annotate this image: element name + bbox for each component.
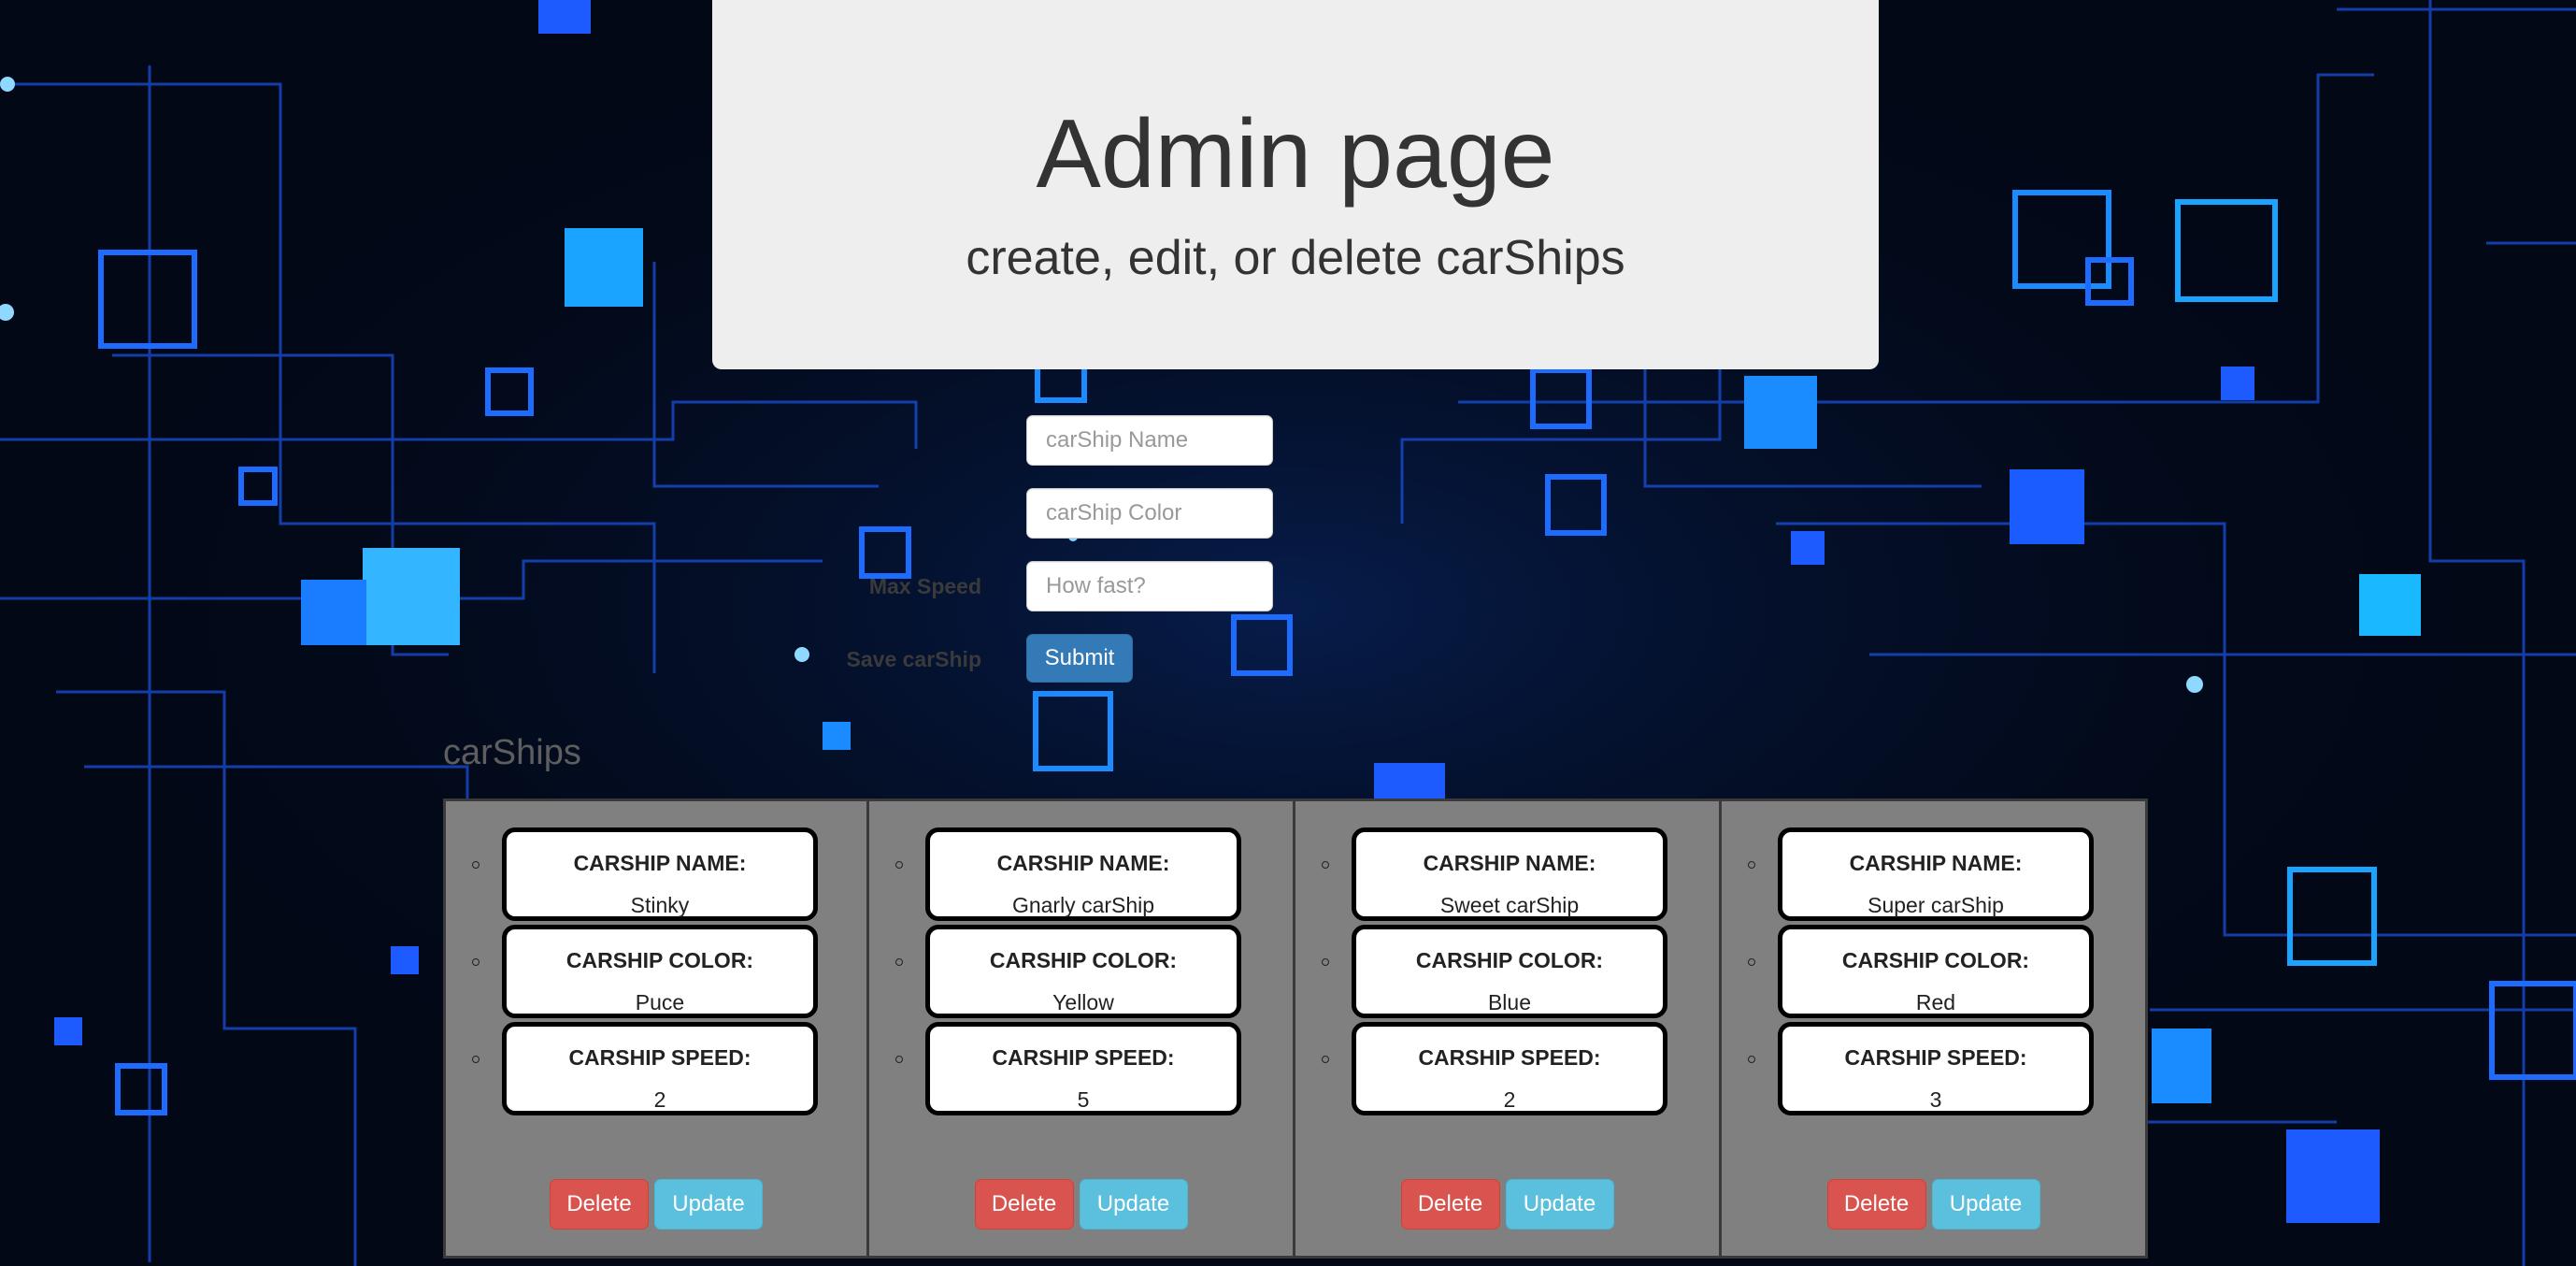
color-box: CARSHIP COLOR: Red	[1778, 925, 2094, 1018]
speed-box: CARSHIP SPEED: 2	[1352, 1022, 1667, 1115]
speed-label: CARSHIP SPEED:	[1844, 1045, 2027, 1070]
card-actions: Delete Update	[1295, 1179, 1719, 1230]
color-box: CARSHIP COLOR: Yellow	[925, 925, 1241, 1018]
color-box: CARSHIP COLOR: Puce	[502, 925, 818, 1018]
color-label: CARSHIP COLOR:	[1415, 948, 1604, 972]
bullet-icon	[1322, 1056, 1329, 1063]
bullet-icon	[1322, 861, 1329, 869]
speed-label: CARSHIP SPEED:	[568, 1045, 751, 1070]
name-label: CARSHIP NAME:	[1423, 851, 1596, 875]
bullet-icon	[895, 1056, 903, 1063]
name-value: Gnarly carShip	[1011, 893, 1155, 917]
carship-color-input[interactable]	[1026, 488, 1273, 539]
speed-label: CARSHIP SPEED:	[1418, 1045, 1601, 1070]
delete-button[interactable]: Delete	[1826, 1179, 1926, 1230]
bullet-icon	[1748, 1056, 1755, 1063]
speed-value: 2	[1503, 1087, 1516, 1112]
carship-card: CARSHIP NAME: Sweet carShip CARSHIP COLO…	[1295, 798, 1722, 1259]
max-speed-label: Max Speed	[868, 574, 981, 598]
name-value: Super carShip	[1868, 893, 2004, 917]
update-button[interactable]: Update	[654, 1179, 763, 1230]
speed-box: CARSHIP SPEED: 5	[925, 1022, 1241, 1115]
carship-name-input[interactable]	[1026, 415, 1273, 466]
name-value: Stinky	[630, 893, 690, 917]
update-button[interactable]: Update	[1931, 1179, 2040, 1230]
name-box: CARSHIP NAME: Sweet carShip	[1352, 827, 1667, 921]
carship-card: CARSHIP NAME: Gnarly carShip CARSHIP COL…	[869, 798, 1295, 1259]
update-button[interactable]: Update	[1505, 1179, 1614, 1230]
color-value: Yellow	[1052, 990, 1114, 1014]
delete-button[interactable]: Delete	[974, 1179, 1074, 1230]
speed-value: 3	[1929, 1087, 1942, 1112]
color-label: CARSHIP COLOR:	[565, 948, 754, 972]
name-label: CARSHIP NAME:	[1849, 851, 2023, 875]
card-actions: Delete Update	[1722, 1179, 2145, 1230]
bullet-icon	[895, 861, 903, 869]
bullet-icon	[472, 958, 479, 966]
carship-list: CARSHIP NAME: Stinky CARSHIP COLOR: Puce…	[443, 798, 2148, 1259]
bullet-icon	[1322, 958, 1329, 966]
name-label: CARSHIP NAME:	[996, 851, 1170, 875]
color-value: Red	[1915, 990, 1956, 1014]
name-value: Sweet carShip	[1439, 893, 1580, 917]
header-jumbotron: Admin page create, edit, or delete carSh…	[712, 0, 1879, 369]
bullet-icon	[1748, 958, 1755, 966]
color-value: Puce	[635, 990, 685, 1014]
delete-button[interactable]: Delete	[1400, 1179, 1500, 1230]
bullet-icon	[472, 861, 479, 869]
update-button[interactable]: Update	[1079, 1179, 1188, 1230]
speed-value: 5	[1077, 1087, 1090, 1112]
page-subtitle: create, edit, or delete carShips	[966, 231, 1625, 285]
carships-heading: carShips	[443, 733, 581, 772]
name-box: CARSHIP NAME: Gnarly carShip	[925, 827, 1241, 921]
color-box: CARSHIP COLOR: Blue	[1352, 925, 1667, 1018]
color-value: Blue	[1487, 990, 1532, 1014]
color-label: CARSHIP COLOR:	[989, 948, 1178, 972]
delete-button[interactable]: Delete	[550, 1179, 649, 1230]
page-title: Admin page	[1036, 100, 1555, 209]
name-box: CARSHIP NAME: Super carShip	[1778, 827, 2094, 921]
card-actions: Delete Update	[446, 1179, 866, 1230]
carship-card: CARSHIP NAME: Stinky CARSHIP COLOR: Puce…	[443, 798, 869, 1259]
name-label: CARSHIP NAME:	[573, 851, 747, 875]
carship-card: CARSHIP NAME: Super carShip CARSHIP COLO…	[1722, 798, 2148, 1259]
bullet-icon	[1748, 861, 1755, 869]
speed-label: CARSHIP SPEED:	[992, 1045, 1175, 1070]
bullet-icon	[895, 958, 903, 966]
submit-button[interactable]: Submit	[1026, 634, 1133, 683]
speed-box: CARSHIP SPEED: 2	[502, 1022, 818, 1115]
speed-box: CARSHIP SPEED: 3	[1778, 1022, 2094, 1115]
card-actions: Delete Update	[869, 1179, 1293, 1230]
color-label: CARSHIP COLOR:	[1841, 948, 2030, 972]
carship-speed-input[interactable]	[1026, 561, 1273, 611]
bullet-icon	[472, 1056, 479, 1063]
save-carship-label: Save carShip	[846, 647, 981, 671]
speed-value: 2	[653, 1087, 666, 1112]
name-box: CARSHIP NAME: Stinky	[502, 827, 818, 921]
